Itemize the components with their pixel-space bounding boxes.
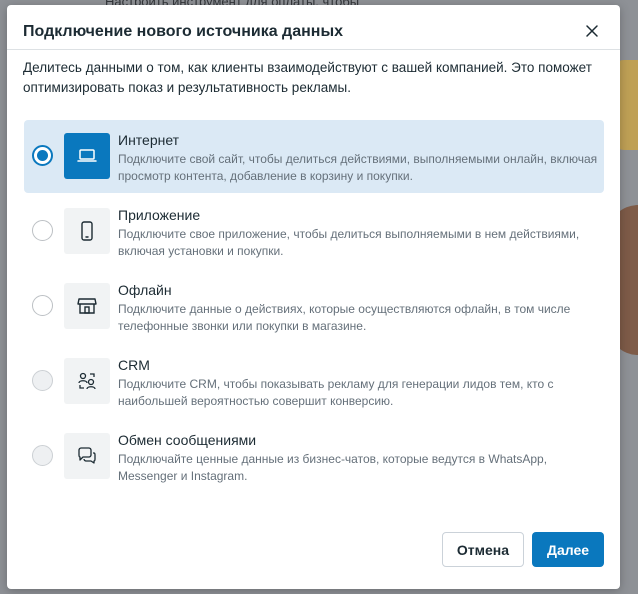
- option-icon-box: [64, 433, 110, 479]
- next-button[interactable]: Далее: [532, 532, 604, 567]
- radio-app[interactable]: [32, 220, 53, 241]
- header-divider: [7, 49, 620, 50]
- option-icon-box: [64, 283, 110, 329]
- option-title: Интернет: [118, 132, 180, 148]
- dialog-description: Делитесь данными о том, как клиенты взаи…: [23, 60, 592, 95]
- option-description: Подключайте ценные данные из бизнес-чато…: [118, 452, 548, 483]
- option-title: Обмен сообщениями: [118, 432, 257, 448]
- option-crm[interactable]: CRM Подключите CRM, чтобы показывать рек…: [24, 345, 604, 418]
- option-offline[interactable]: Офлайн Подключите данные о действиях, ко…: [24, 270, 604, 343]
- option-internet[interactable]: Интернет Подключите свой сайт, чтобы дел…: [24, 120, 604, 193]
- close-icon: [586, 25, 598, 37]
- option-title: CRM: [118, 357, 150, 373]
- connect-data-source-dialog: Подключение нового источника данных Дели…: [7, 5, 620, 589]
- radio-crm[interactable]: [32, 370, 53, 391]
- option-description: Подключите данные о действиях, которые о…: [118, 302, 571, 333]
- option-icon-box: [64, 358, 110, 404]
- store-icon: [77, 298, 97, 314]
- option-icon-box: [64, 133, 110, 179]
- crm-users-icon: [78, 372, 96, 390]
- option-messaging[interactable]: Обмен сообщениями Подключайте ценные дан…: [24, 420, 604, 493]
- option-title: Офлайн: [118, 282, 172, 298]
- option-description: Подключите CRM, чтобы показывать рекламу…: [118, 377, 554, 408]
- radio-offline[interactable]: [32, 295, 53, 316]
- close-button[interactable]: [580, 19, 604, 43]
- option-description: Подключите свой сайт, чтобы делиться дей…: [118, 152, 598, 183]
- option-icon-box: [64, 208, 110, 254]
- smartphone-icon: [81, 221, 93, 241]
- chat-bubbles-icon: [78, 447, 96, 464]
- option-description: Подключите свое приложение, чтобы делить…: [118, 227, 580, 258]
- cancel-button[interactable]: Отмена: [442, 532, 524, 567]
- laptop-icon: [77, 149, 97, 162]
- radio-internet[interactable]: [32, 145, 53, 166]
- option-app[interactable]: Приложение Подключите свое приложение, ч…: [24, 195, 604, 268]
- option-title: Приложение: [118, 207, 201, 223]
- dialog-title: Подключение нового источника данных: [23, 23, 343, 40]
- radio-messaging[interactable]: [32, 445, 53, 466]
